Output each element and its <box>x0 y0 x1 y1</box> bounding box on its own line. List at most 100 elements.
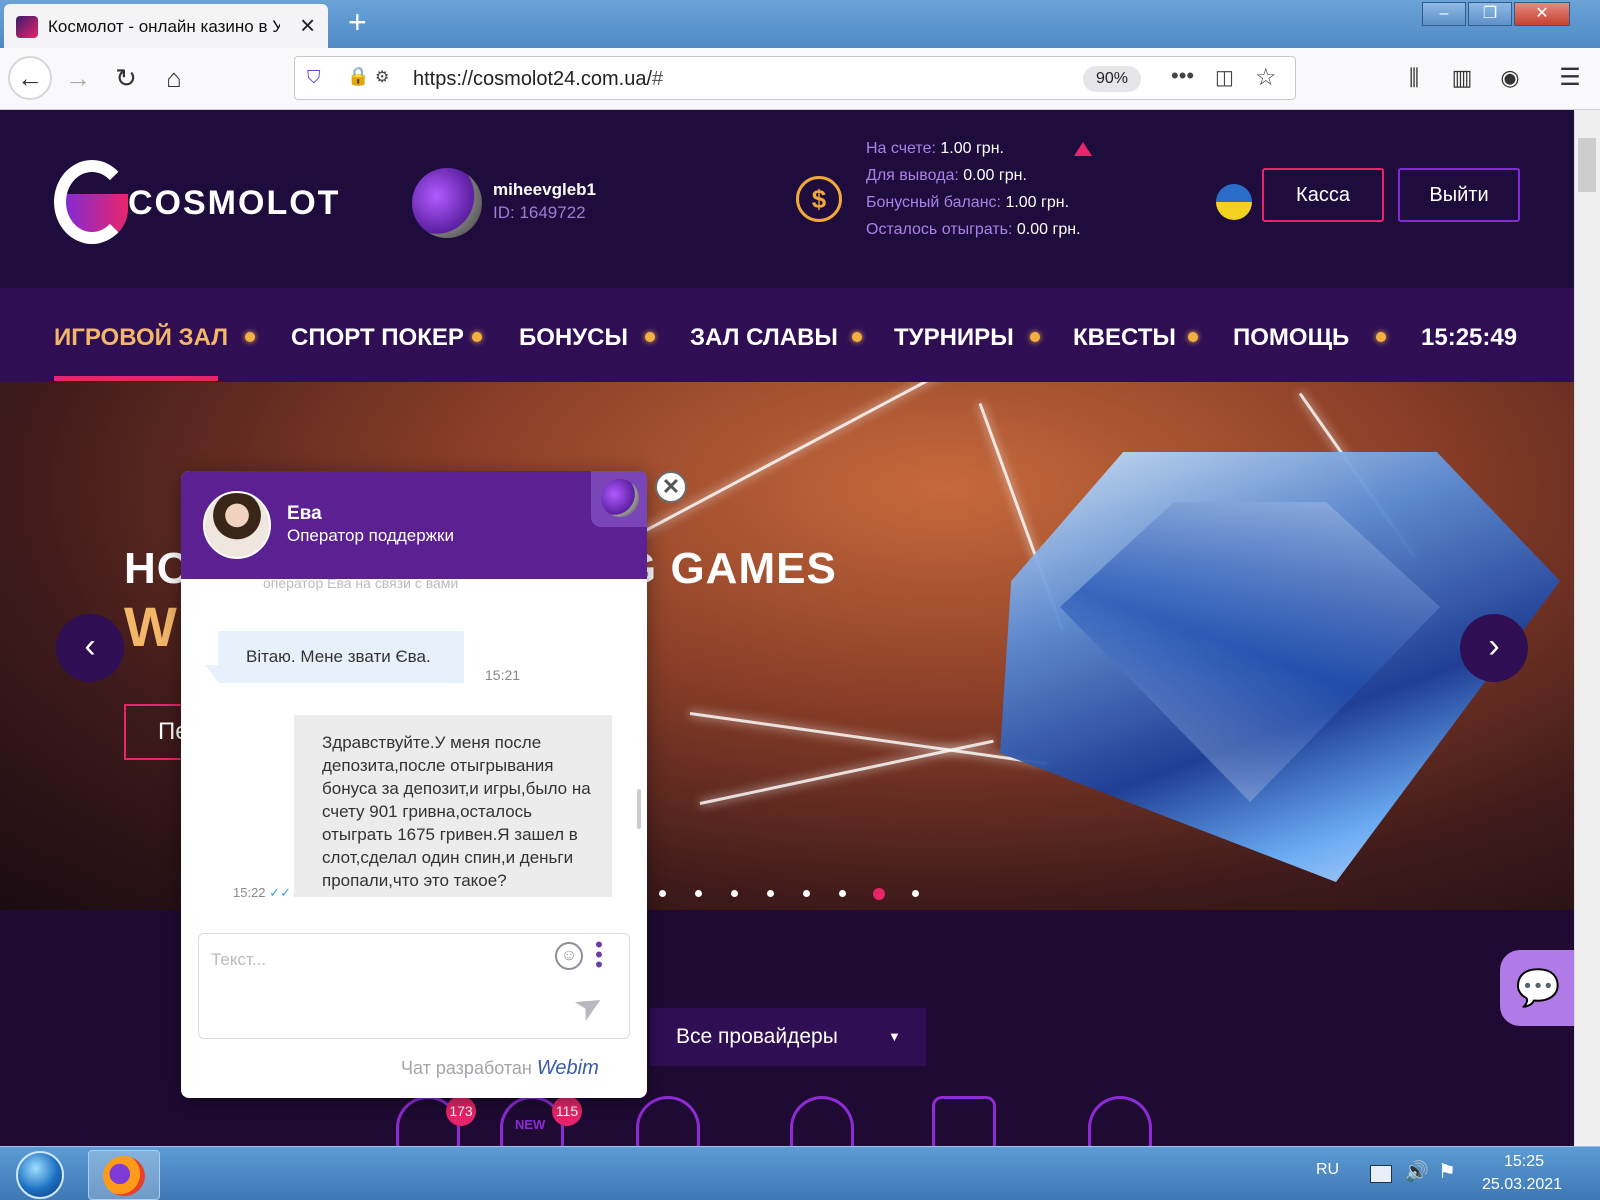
account-icon[interactable]: ◉ <box>1488 56 1532 100</box>
pocket-icon[interactable]: ◫ <box>1215 65 1234 90</box>
new-tab-icon[interactable]: + <box>348 4 367 41</box>
balance-row: На счете: 1.00 грн. <box>866 140 1004 157</box>
shield-icon[interactable]: ⛉ <box>307 67 321 88</box>
slider-next-button[interactable]: › <box>1460 614 1528 682</box>
close-tab-icon[interactable]: × <box>300 11 315 39</box>
operator-message: Вітаю. Мене звати Єва. <box>218 631 464 683</box>
reload-button[interactable]: ↻ <box>104 56 148 100</box>
operator-name: Ева <box>287 503 322 524</box>
address-bar[interactable]: ⛉ 🔒 ⚙ https://cosmolot24.com.ua/# 90% ••… <box>294 56 1296 100</box>
slide-dot[interactable] <box>767 890 774 897</box>
url-text[interactable]: https://cosmolot24.com.ua/# <box>413 68 663 91</box>
balance-row: Для вывода: 0.00 грн. <box>866 167 1027 184</box>
bookmark-star-icon[interactable]: ☆ <box>1255 63 1277 92</box>
nav-clock: 15:25:49 <box>1421 324 1518 351</box>
slide-dot[interactable] <box>695 890 702 897</box>
page-scrollbar[interactable] <box>1574 110 1600 1146</box>
volume-icon[interactable]: 🔊 <box>1404 1159 1429 1184</box>
nav-separator-icon <box>645 332 655 342</box>
library-icon[interactable]: ⫼ <box>1392 56 1436 100</box>
logo-ring-icon <box>54 160 130 244</box>
page-actions-icon[interactable]: ••• <box>1171 63 1194 89</box>
slider-prev-button[interactable]: ‹ <box>56 614 124 682</box>
nav-item-game-hall[interactable]: ИГРОВОЙ ЗАЛ <box>54 324 228 352</box>
firefox-taskbar-button[interactable] <box>88 1150 160 1200</box>
category-favorites-icon[interactable] <box>1088 1096 1152 1146</box>
count-badge: 173 <box>446 1096 476 1126</box>
windows-taskbar: RU 🔊 ⚑ 15:25 25.03.2021 <box>0 1146 1600 1200</box>
emoji-icon[interactable]: ☺ <box>555 942 583 970</box>
chat-header: Ева Оператор поддержки <box>181 471 647 579</box>
taskbar-time[interactable]: 15:25 <box>1504 1153 1544 1171</box>
start-button[interactable] <box>16 1151 64 1199</box>
send-icon[interactable]: ➤ <box>567 982 612 1031</box>
nav-item-tournaments[interactable]: ТУРНИРЫ <box>894 324 1014 352</box>
nav-item-hall-of-fame[interactable]: ЗАЛ СЛАВЫ <box>690 324 838 352</box>
forward-button[interactable]: → <box>56 56 100 100</box>
ukraine-flag-icon[interactable] <box>1216 184 1252 220</box>
scrollbar-thumb[interactable] <box>1578 138 1596 192</box>
tab-title: Космолот - онлайн казино в Украине <box>48 17 280 36</box>
network-icon[interactable] <box>1370 1165 1392 1183</box>
category-crash-icon[interactable] <box>636 1096 700 1146</box>
chat-input[interactable]: Текст... ☺ • • • ➤ <box>198 933 630 1039</box>
slide-dot[interactable] <box>803 890 810 897</box>
nav-item-sport-poker[interactable]: СПОРТ ПОКЕР <box>291 324 464 352</box>
nav-item-help[interactable]: ПОМОЩЬ <box>1233 324 1349 352</box>
permissions-icon[interactable]: ⚙ <box>375 67 389 87</box>
logo-text: COSMOLOT <box>128 184 341 222</box>
cosmolot-logo[interactable]: COSMOLOT <box>54 160 338 244</box>
language-indicator[interactable]: RU <box>1316 1161 1339 1179</box>
system-note: оператор Ева на связи с вами <box>263 579 459 591</box>
count-badge: 115 <box>552 1096 582 1126</box>
chat-input-placeholder: Текст... <box>211 950 267 969</box>
slide-dot[interactable] <box>731 890 738 897</box>
lightning-bolt <box>639 382 1012 535</box>
category-slots-icon[interactable] <box>790 1096 854 1146</box>
slide-dot[interactable] <box>839 890 846 897</box>
slide-dot[interactable] <box>659 890 666 897</box>
user-avatar[interactable] <box>412 168 482 238</box>
dropdown-caret-icon: ▼ <box>888 1029 901 1044</box>
site-favicon-icon <box>16 16 38 38</box>
more-options-icon[interactable]: • • • <box>595 934 603 976</box>
browser-tab[interactable]: Космолот - онлайн казино в Украине × <box>4 4 328 48</box>
nav-active-indicator <box>54 376 218 381</box>
lightning-bolt <box>699 739 994 805</box>
balance-toggle-icon[interactable] <box>1074 142 1092 156</box>
minimize-button[interactable]: – <box>1422 2 1466 26</box>
nav-item-bonuses[interactable]: БОНУСЫ <box>519 324 628 352</box>
back-button[interactable]: ← <box>8 56 52 100</box>
lightning-bolt <box>689 712 1047 766</box>
firefox-icon <box>103 1156 145 1196</box>
chat-scrollbar[interactable] <box>637 789 641 829</box>
slide-dot[interactable] <box>912 890 919 897</box>
nav-separator-icon <box>1030 332 1040 342</box>
read-check-icon: ✓✓ <box>269 885 291 897</box>
balance-row: Бонусный баланс: 1.00 грн. <box>866 194 1070 211</box>
astronaut-icon <box>591 471 647 527</box>
chat-launcher-icon[interactable]: 💬 <box>1500 950 1576 1026</box>
menu-icon[interactable]: ☰ <box>1548 56 1592 100</box>
hero-highlight: W <box>124 595 177 658</box>
lock-icon[interactable]: 🔒 <box>347 66 369 87</box>
action-center-flag-icon[interactable]: ⚑ <box>1438 1159 1456 1184</box>
nav-separator-icon <box>1188 332 1198 342</box>
cashier-button[interactable]: Касса <box>1262 168 1384 222</box>
chat-messages[interactable]: оператор Ева на связи с вами Вітаю. Мене… <box>181 579 647 897</box>
nav-item-quests[interactable]: КВЕСТЫ <box>1073 324 1176 352</box>
providers-dropdown[interactable]: Все провайдеры ▼ <box>650 1008 926 1066</box>
maximize-button[interactable]: ❐ <box>1468 2 1512 26</box>
powered-by: Чат разработан Webim <box>401 1057 599 1079</box>
taskbar-date[interactable]: 25.03.2021 <box>1482 1176 1562 1194</box>
logout-button[interactable]: Выйти <box>1398 168 1520 222</box>
webim-logo[interactable]: Webim <box>537 1057 599 1079</box>
slide-dot-active[interactable] <box>873 888 885 900</box>
zoom-level[interactable]: 90% <box>1083 66 1141 92</box>
chat-close-button[interactable]: ✕ <box>655 471 687 503</box>
username[interactable]: miheevgleb1 <box>493 180 596 200</box>
sidebar-icon[interactable]: ▥ <box>1440 56 1484 100</box>
close-window-button[interactable]: ✕ <box>1514 2 1570 26</box>
category-machines-icon[interactable] <box>932 1096 996 1146</box>
home-button[interactable]: ⌂ <box>152 56 196 100</box>
